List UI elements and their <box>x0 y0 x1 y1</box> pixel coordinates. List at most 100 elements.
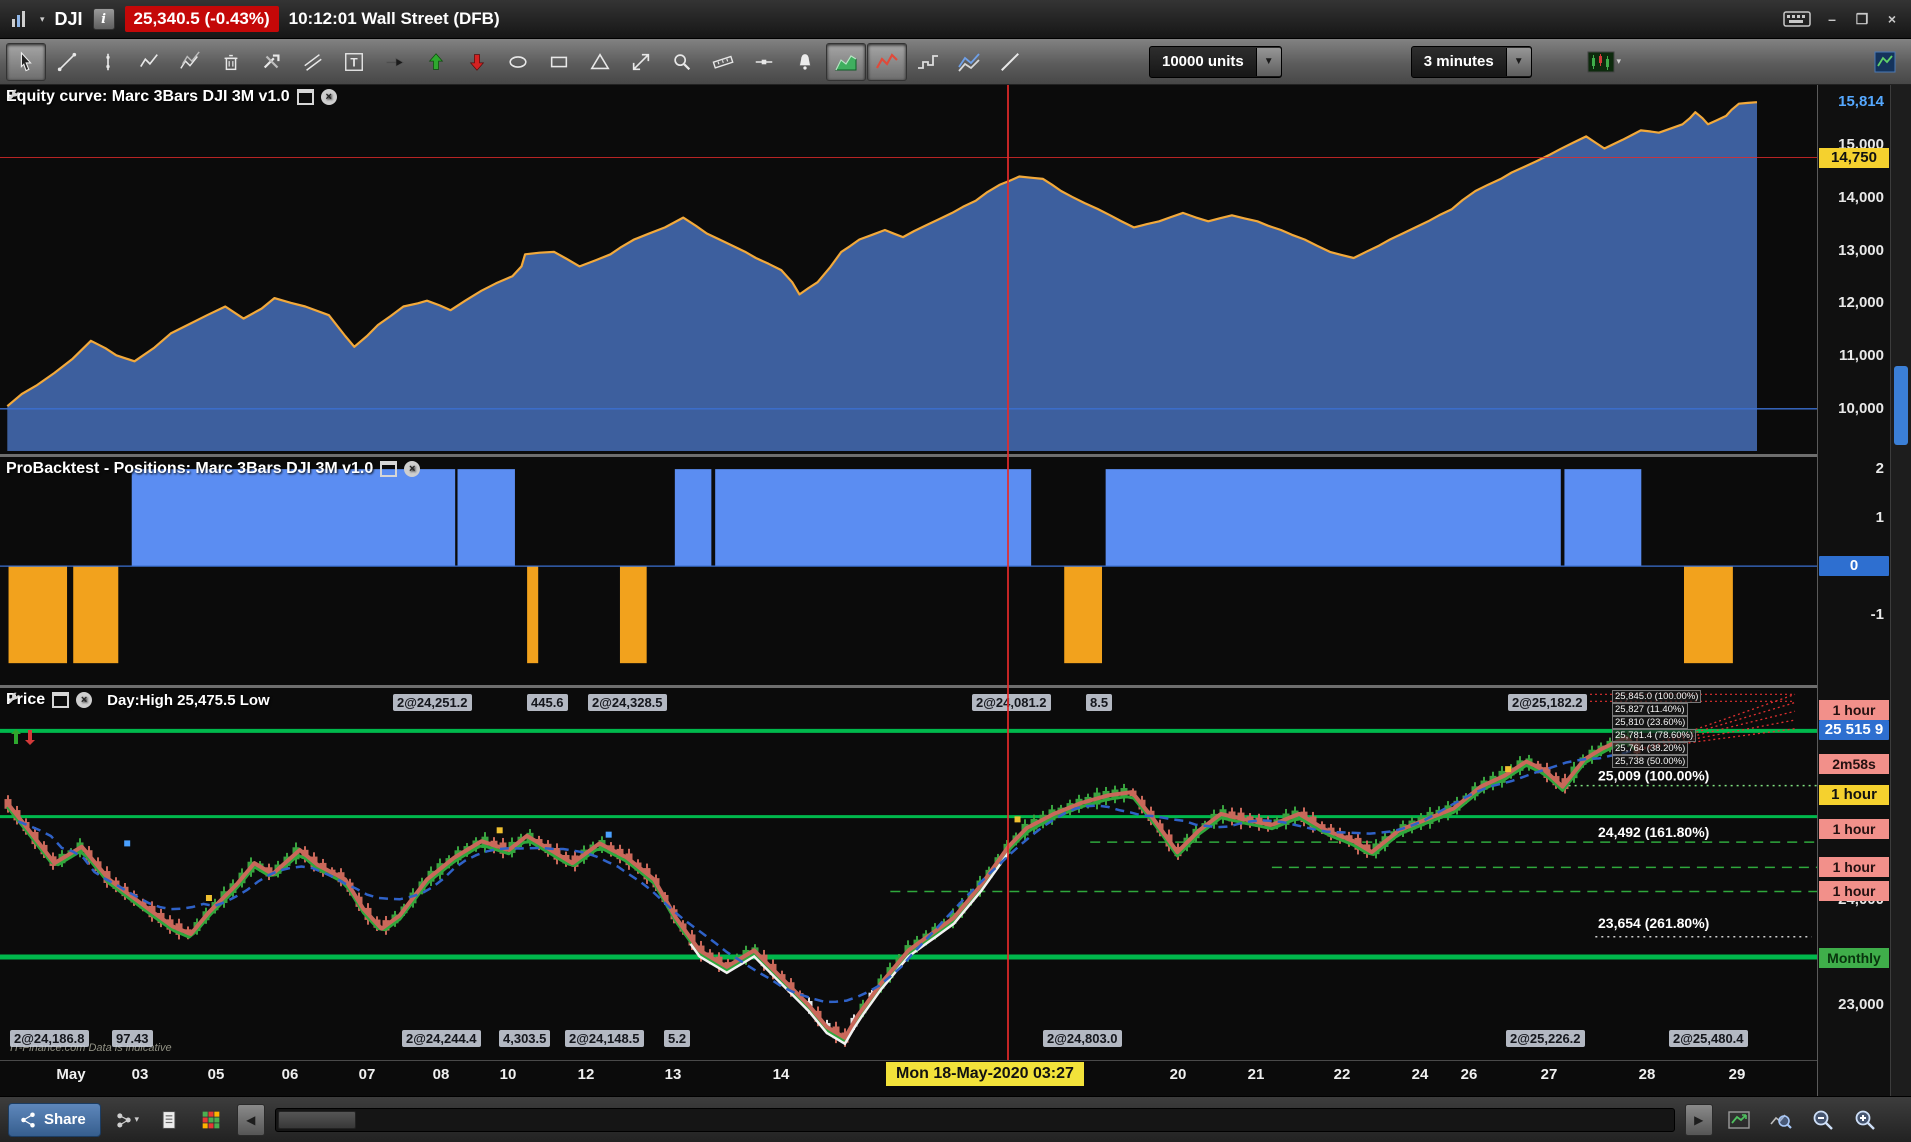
line-node-icon <box>755 59 773 64</box>
ruler-icon <box>712 55 734 69</box>
zigzag-tool[interactable] <box>129 43 169 81</box>
units-dropdown-value: 10000 units <box>1162 53 1244 70</box>
zoom-out-icon <box>1813 1110 1833 1130</box>
social-options-caret-icon: ▾ <box>134 1114 139 1124</box>
time-axis-label: 10 <box>499 1066 517 1083</box>
arrow-right-tool[interactable] <box>375 43 415 81</box>
svg-text:T: T <box>350 55 358 69</box>
equity-chart-canvas[interactable] <box>0 85 1817 451</box>
positions-chart-canvas[interactable] <box>0 457 1817 685</box>
resize-tool[interactable] <box>621 43 661 81</box>
line-node-tool[interactable] <box>744 43 784 81</box>
equity-axis-label: 13,000 <box>1838 241 1884 259</box>
trendline-tool[interactable] <box>47 43 87 81</box>
chart-type-line[interactable] <box>867 42 907 81</box>
chart-type-area[interactable] <box>826 42 866 81</box>
social-options-button[interactable]: ▾ <box>111 1104 143 1136</box>
arrow-down-tool[interactable] <box>457 43 497 81</box>
time-axis-label: 28 <box>1638 1066 1656 1083</box>
chart-style-caret-icon: ▾ <box>1616 56 1622 66</box>
equity-axis-label: 10,000 <box>1838 399 1884 417</box>
workspace-chart-icon <box>1874 51 1896 72</box>
horizontal-scrollbar-thumb[interactable] <box>277 1110 356 1129</box>
delete-tool[interactable] <box>211 43 251 81</box>
trade-quantity-badge: 97.43 <box>112 1030 153 1047</box>
trade-quantity-badge: 2@24,803.0 <box>1043 1030 1122 1047</box>
text-tool[interactable]: T <box>334 43 374 81</box>
tools-icon <box>263 53 280 68</box>
close-window-button[interactable]: × <box>1883 11 1901 27</box>
trade-quantity-badge: 2@25,480.4 <box>1669 1030 1748 1047</box>
equity-title-text: Equity curve: Marc 3Bars DJI 3M v1.0 <box>6 88 290 105</box>
alert-tool[interactable] <box>785 43 825 81</box>
panel-close-icon[interactable]: × <box>320 89 337 105</box>
multi-zigzag-tool[interactable] <box>170 43 210 81</box>
arrow-up-icon <box>428 52 444 70</box>
panel-close-icon[interactable]: × <box>76 692 93 708</box>
workspace-icon-button[interactable] <box>1865 43 1905 81</box>
chart-style-icon <box>1587 51 1615 72</box>
chart-style-dropdown[interactable]: ▾ <box>1575 43 1633 81</box>
vertical-scrollbar-thumb[interactable] <box>1894 366 1908 445</box>
trade-quantity-badge: 2@24,328.5 <box>588 694 667 711</box>
wrench-icon[interactable] <box>6 88 21 103</box>
backtest-table-button[interactable] <box>195 1104 227 1136</box>
parallel-lines-tool[interactable] <box>293 43 333 81</box>
panel-window-icon[interactable] <box>380 461 398 477</box>
arrow-up-tool[interactable] <box>416 43 456 81</box>
positions-panel-title: ProBacktest - Positions: Marc 3Bars DJI … <box>6 460 421 478</box>
segment-tool[interactable] <box>88 43 128 81</box>
fib-label: 25,827 (11.40%) <box>1612 703 1688 716</box>
price-axis-badge: 1 hour <box>1819 819 1889 840</box>
zoom-out-button[interactable] <box>1807 1104 1839 1136</box>
ellipse-icon <box>509 55 527 68</box>
pointer-tool[interactable] <box>6 42 46 81</box>
slope-line-tool[interactable] <box>990 43 1030 81</box>
keyboard-icon[interactable] <box>1783 10 1811 28</box>
panel-window-icon[interactable] <box>296 89 314 105</box>
trade-quantity-badge: 5.2 <box>664 1030 691 1047</box>
time-axis-label: 29 <box>1728 1066 1746 1083</box>
instrument-chart-icon[interactable] <box>10 9 30 29</box>
horizontal-scrollbar[interactable] <box>274 1107 1675 1132</box>
zoom-region-button[interactable] <box>1765 1104 1797 1136</box>
maximize-button[interactable]: ❒ <box>1853 11 1871 28</box>
vertical-scrollbar[interactable] <box>1890 85 1911 1096</box>
timeframe-dropdown[interactable]: 3 minutes ▼ <box>1410 45 1532 78</box>
panel-window-icon[interactable] <box>52 692 70 708</box>
trade-quantity-badge: 2@25,226.2 <box>1506 1030 1585 1047</box>
zoom-box-tool[interactable] <box>662 43 702 81</box>
time-axis-label: 06 <box>281 1066 299 1083</box>
scroll-right-button[interactable]: ▶ <box>1684 1103 1713 1136</box>
orders-toggle-icon[interactable] <box>8 728 38 746</box>
units-dropdown[interactable]: 10000 units ▼ <box>1149 45 1282 78</box>
chart-type-step[interactable] <box>908 43 948 81</box>
crosshair-vertical-line <box>1007 85 1009 1060</box>
rectangle-tool[interactable] <box>539 43 579 81</box>
objects-settings-tool[interactable] <box>252 43 292 81</box>
zoom-in-button[interactable] <box>1849 1104 1881 1136</box>
triangle-tool[interactable] <box>580 43 620 81</box>
ruler-tool[interactable] <box>703 43 743 81</box>
share-button[interactable]: Share <box>8 1102 101 1137</box>
auto-fit-button[interactable] <box>1723 1104 1755 1136</box>
price-axis-badge: 1 hour <box>1819 700 1889 721</box>
price-axis-badge: 1 hour <box>1819 785 1889 806</box>
time-axis-label: 05 <box>207 1066 225 1083</box>
triangle-icon <box>590 52 610 69</box>
price-chart-canvas[interactable]: 25,009 (100.00%) 24,492 (161.80%) 23,654 (… <box>0 688 1817 1060</box>
report-button[interactable] <box>153 1104 185 1136</box>
panel-close-icon[interactable]: × <box>404 461 421 477</box>
ellipse-tool[interactable] <box>498 43 538 81</box>
time-axis-label: 03 <box>131 1066 149 1083</box>
price-axis-column[interactable]: 15,814 15,000 14,750 14,000 13,000 12,000 11,0… <box>1817 85 1891 1096</box>
fib-level-label: 24,492 (161.80%) <box>1598 824 1709 840</box>
scroll-left-button[interactable]: ◀ <box>236 1103 265 1136</box>
wrench-icon[interactable] <box>6 691 21 706</box>
units-dropdown-caret-icon: ▼ <box>1255 47 1281 76</box>
minimize-button[interactable]: – <box>1823 11 1841 27</box>
instrument-caret-icon[interactable]: ▾ <box>40 14 45 25</box>
slope-line-icon <box>1001 52 1019 71</box>
chart-type-compare[interactable] <box>949 43 989 81</box>
info-button[interactable]: i <box>92 8 115 30</box>
